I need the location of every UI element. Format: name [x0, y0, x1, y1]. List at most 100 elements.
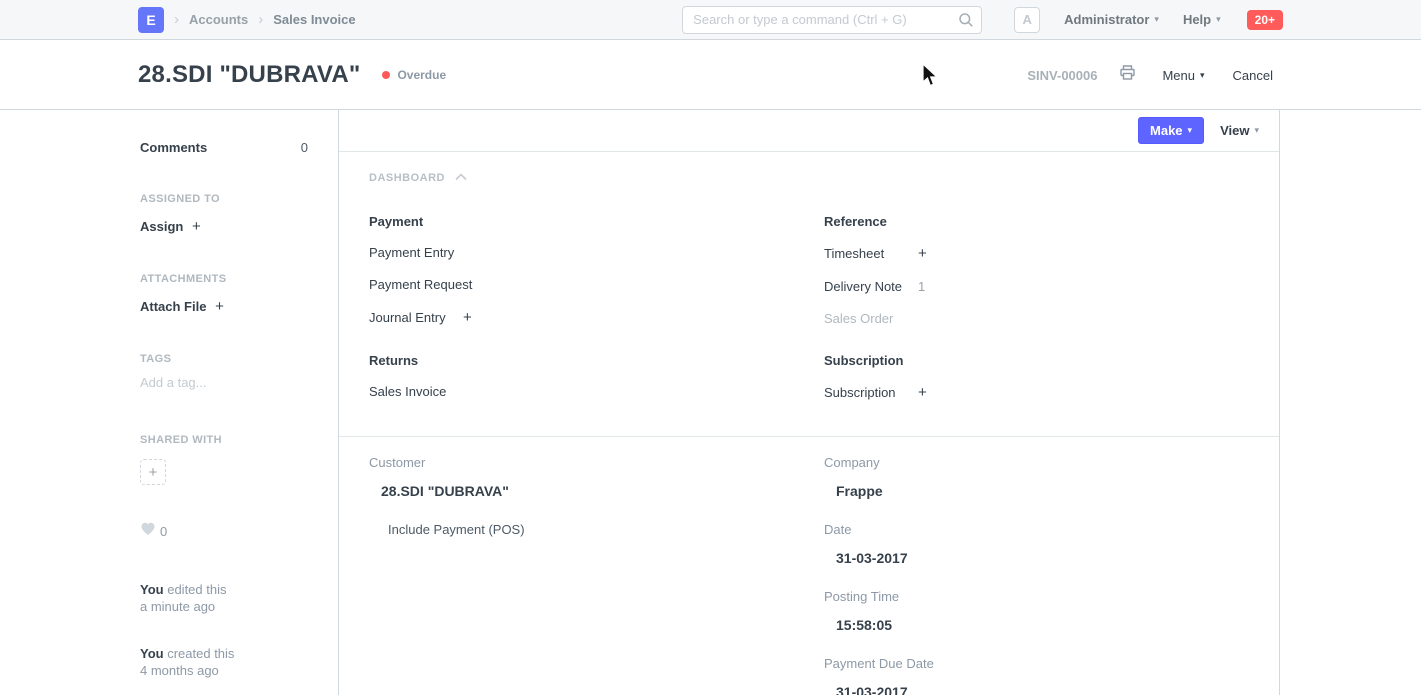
attach-file-label: Attach File: [140, 299, 206, 314]
navbar: E › Accounts › Sales Invoice A Administr…: [0, 0, 1421, 40]
menu-button[interactable]: Menu ▾: [1162, 68, 1204, 83]
link-subscription[interactable]: Subscription: [824, 385, 906, 400]
date-label: Date: [824, 522, 1249, 537]
link-delivery-note[interactable]: Delivery Note: [824, 279, 906, 294]
global-search: [682, 6, 982, 34]
user-menu-label: Administrator: [1064, 12, 1149, 27]
plus-icon: +: [215, 298, 224, 315]
status-dot-icon: [382, 71, 390, 79]
breadcrumb-accounts[interactable]: Accounts: [189, 12, 248, 27]
comments-label: Comments: [140, 140, 207, 155]
created-who: You: [140, 646, 164, 661]
form-column-left: Customer 28.SDI "DUBRAVA" Include Paymen…: [369, 455, 794, 695]
section-title-payment: Payment: [369, 214, 794, 229]
notifications-badge[interactable]: 20+: [1247, 10, 1283, 30]
link-journal-entry[interactable]: Journal Entry: [369, 310, 451, 325]
created-when: 4 months ago: [140, 662, 308, 679]
posting-time-label: Posting Time: [824, 589, 1249, 604]
view-button-label: View: [1220, 123, 1249, 138]
avatar-letter: A: [1022, 12, 1031, 27]
link-sales-order[interactable]: Sales Order: [824, 311, 906, 326]
form-sidebar: Comments 0 ASSIGNED TO Assign + ATTACHME…: [138, 110, 338, 695]
section-title-subscription: Subscription: [824, 353, 1249, 368]
comments-link[interactable]: Comments 0: [140, 140, 308, 155]
form-column-right: Company Frappe Date 31-03-2017 Posting T…: [824, 455, 1249, 695]
link-payment-request[interactable]: Payment Request: [369, 277, 472, 292]
plus-icon: +: [192, 218, 201, 235]
menu-button-label: Menu: [1162, 68, 1195, 83]
customer-value[interactable]: 28.SDI "DUBRAVA": [381, 483, 794, 499]
add-subscription-button[interactable]: +: [918, 384, 927, 401]
like-control[interactable]: 0: [140, 521, 308, 541]
dashboard-column-right: Reference Timesheet + Delivery Note 1 Sa…: [824, 214, 1249, 428]
help-menu-label: Help: [1183, 12, 1211, 27]
assign-button[interactable]: Assign +: [140, 218, 308, 235]
cancel-button[interactable]: Cancel: [1233, 68, 1273, 83]
edited-action: edited this: [167, 582, 226, 597]
created-action: created this: [167, 646, 234, 661]
link-payment-entry[interactable]: Payment Entry: [369, 245, 454, 260]
app-logo-letter: E: [146, 12, 155, 28]
search-input[interactable]: [682, 6, 982, 34]
page-head: 28.SDI "DUBRAVA" Overdue SINV-00006 Menu…: [0, 40, 1421, 110]
doc-id: SINV-00006: [1027, 68, 1097, 83]
section-title-reference: Reference: [824, 214, 1249, 229]
dashboard-section: DASHBOARD Payment Payment Entry P: [339, 152, 1279, 436]
make-button-label: Make: [1150, 123, 1183, 138]
dashboard-heading: DASHBOARD: [369, 172, 445, 184]
link-sales-invoice-return[interactable]: Sales Invoice: [369, 384, 451, 399]
print-button[interactable]: [1119, 64, 1136, 86]
page-title: 28.SDI "DUBRAVA": [138, 61, 360, 89]
chevron-down-icon: ▾: [1200, 70, 1205, 81]
make-button[interactable]: Make ▾: [1138, 117, 1204, 144]
chevron-right-icon: ›: [174, 11, 179, 28]
edited-when: a minute ago: [140, 598, 308, 615]
help-menu[interactable]: Help ▾: [1183, 12, 1221, 27]
chevron-right-icon: ›: [258, 11, 263, 28]
shared-with-heading: SHARED WITH: [140, 434, 308, 446]
invoice-details-section: Customer 28.SDI "DUBRAVA" Include Paymen…: [339, 436, 1279, 695]
link-timesheet[interactable]: Timesheet: [824, 246, 906, 261]
printer-icon: [1119, 64, 1136, 86]
search-icon: [958, 12, 974, 33]
app-logo[interactable]: E: [138, 7, 164, 33]
chevron-down-icon: ▾: [1188, 125, 1193, 136]
posting-time-value[interactable]: 15:58:05: [836, 617, 1249, 633]
comments-count: 0: [301, 140, 308, 155]
form-toolbar: Make ▾ View ▾: [339, 110, 1279, 152]
avatar[interactable]: A: [1014, 7, 1040, 33]
view-button[interactable]: View ▾: [1220, 123, 1259, 138]
chevron-down-icon: ▾: [1254, 125, 1259, 136]
likes-count: 0: [160, 524, 167, 539]
edited-info[interactable]: You edited this a minute ago: [140, 581, 308, 615]
customer-label: Customer: [369, 455, 794, 470]
status-indicator: Overdue: [382, 68, 446, 82]
breadcrumb-sales-invoice[interactable]: Sales Invoice: [273, 12, 355, 27]
attach-file-button[interactable]: Attach File +: [140, 298, 308, 315]
dashboard-column-left: Payment Payment Entry Payment Request Jo…: [369, 214, 794, 428]
user-menu[interactable]: Administrator ▾: [1064, 12, 1159, 27]
add-timesheet-button[interactable]: +: [918, 245, 927, 262]
dashboard-toggle[interactable]: DASHBOARD: [369, 172, 1249, 184]
payment-due-date-label: Payment Due Date: [824, 656, 1249, 671]
assigned-to-heading: ASSIGNED TO: [140, 193, 308, 205]
company-value[interactable]: Frappe: [836, 483, 1249, 499]
add-tag-input[interactable]: Add a tag...: [140, 375, 308, 390]
chevron-down-icon: ▾: [1216, 14, 1221, 25]
add-journal-entry-button[interactable]: +: [463, 309, 472, 326]
chevron-down-icon: ▾: [1154, 14, 1159, 25]
heart-icon: [140, 521, 156, 541]
payment-due-date-value[interactable]: 31-03-2017: [836, 684, 1249, 695]
created-info[interactable]: You created this 4 months ago: [140, 645, 308, 679]
share-add-button[interactable]: +: [140, 459, 166, 485]
date-value[interactable]: 31-03-2017: [836, 550, 1249, 566]
plus-icon: +: [149, 464, 158, 481]
tags-heading: TAGS: [140, 353, 308, 365]
include-payment-pos-label[interactable]: Include Payment (POS): [388, 522, 794, 537]
company-label: Company: [824, 455, 1249, 470]
section-title-returns: Returns: [369, 353, 794, 368]
status-label: Overdue: [397, 68, 446, 82]
delivery-note-count: 1: [918, 279, 925, 294]
edited-who: You: [140, 582, 164, 597]
form-body: Make ▾ View ▾ DASHBOARD Payme: [338, 110, 1280, 695]
